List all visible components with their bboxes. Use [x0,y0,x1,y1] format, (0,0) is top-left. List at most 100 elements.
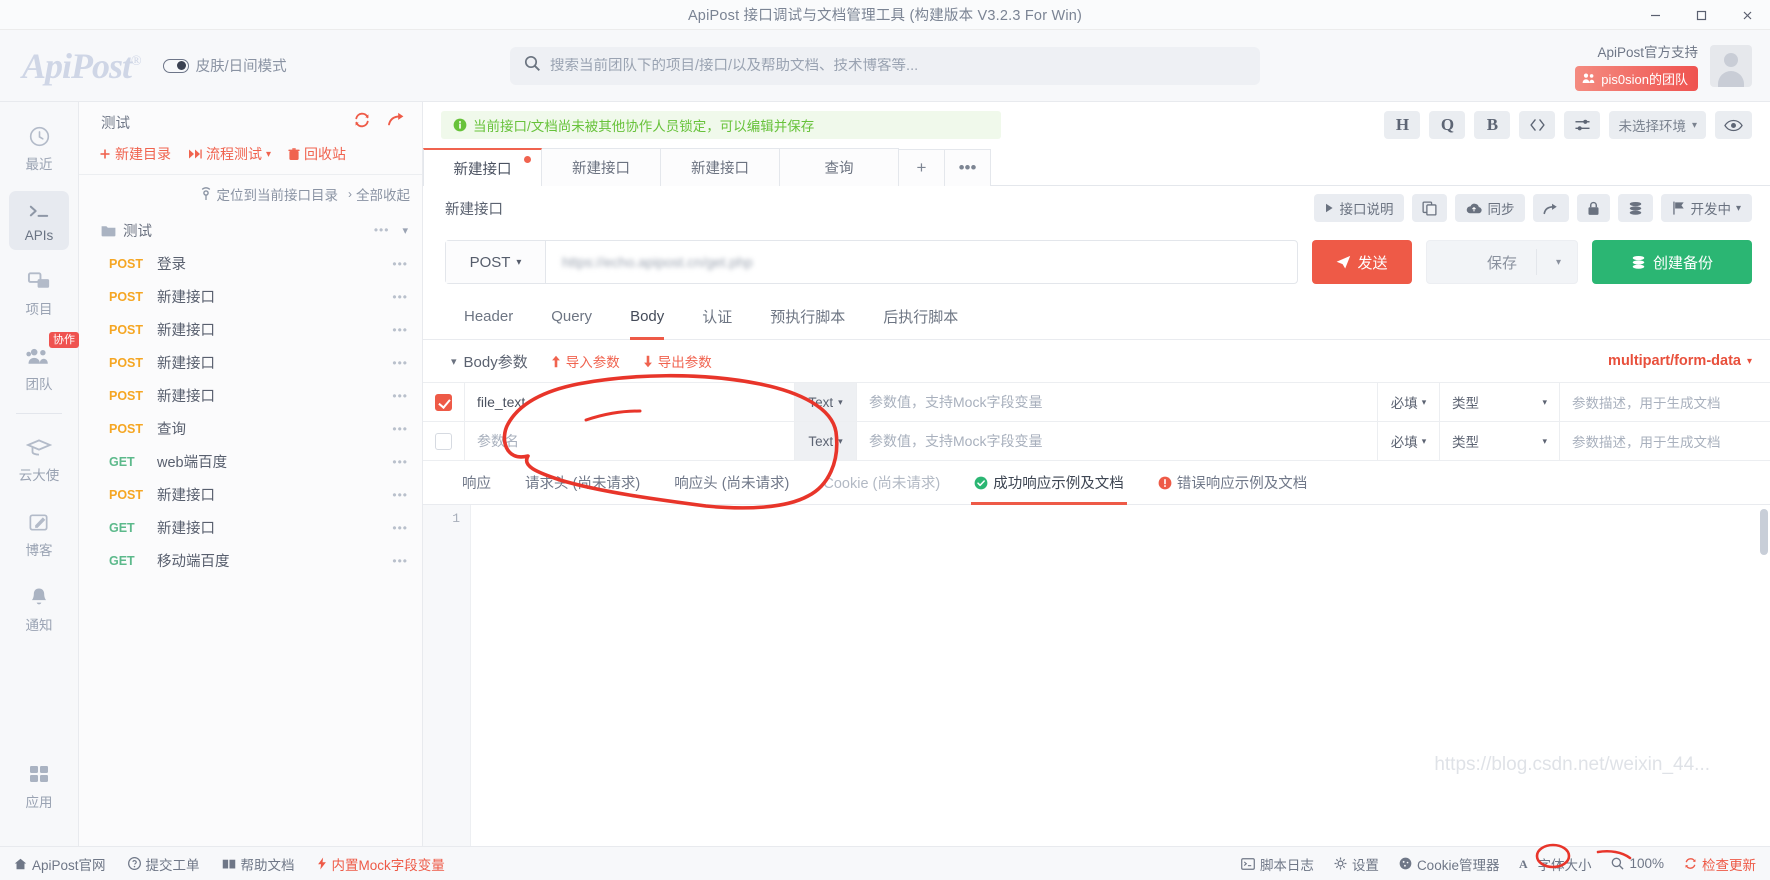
param-desc-cell[interactable]: 参数描述，用于生成文档 [1560,422,1770,460]
font-size-button[interactable]: A 字体大小 [1519,854,1592,874]
flow-test-button[interactable]: 流程测试 ▾ [188,144,271,164]
tab-pre-script[interactable]: 预执行脚本 [751,294,864,340]
tab-interface-3[interactable]: 新建接口 [661,148,780,186]
settings-button[interactable]: 设置 [1334,854,1379,874]
environment-dropdown[interactable]: 未选择环境 ▾ [1609,111,1706,139]
row-more-icon[interactable]: ••• [392,389,408,403]
code-view-button[interactable] [1519,111,1556,139]
sidebar-item-recent[interactable]: 最近 [9,116,69,180]
row-more-icon[interactable]: ••• [392,356,408,370]
add-tab-button[interactable]: + [899,149,945,186]
param-kind-dropdown[interactable]: 类型 ▾ [1440,383,1560,421]
search-input[interactable] [550,57,1246,74]
param-value-cell[interactable]: 参数值，支持Mock字段变量 [857,422,1378,460]
tab-cookies[interactable]: Cookie (尚未请求) [806,461,957,505]
help-doc-link[interactable]: 帮助文档 [222,854,295,874]
tab-success-example[interactable]: 成功响应示例及文档 [957,461,1141,505]
import-params-button[interactable]: 导入参数 [550,351,620,371]
check-update-button[interactable]: 检查更新 [1684,854,1756,874]
sidebar-item-apis[interactable]: APIs [9,191,69,250]
param-kind-dropdown[interactable]: 类型 ▾ [1440,422,1560,460]
param-value-cell[interactable]: 参数值，支持Mock字段变量 [857,383,1378,421]
official-site-link[interactable]: ApiPost官网 [14,854,106,874]
maximize-button[interactable] [1678,0,1724,30]
save-button[interactable]: 保存 ▾ [1426,240,1578,284]
row-more-icon[interactable]: ••• [392,257,408,271]
vertical-scrollbar[interactable] [1760,509,1768,555]
status-dropdown[interactable]: 开发中 ▾ [1661,194,1752,222]
zoom-level[interactable]: 100% [1611,856,1664,871]
sidebar-item-apps[interactable]: 应用 [9,754,69,835]
refresh-icon[interactable] [353,111,371,134]
export-params-button[interactable]: 导出参数 [642,351,712,371]
eye-toggle-button[interactable] [1715,111,1752,139]
param-name-input[interactable] [477,433,782,449]
sidebar-item-notifications[interactable]: 通知 [9,577,69,641]
row-more-icon[interactable]: ••• [392,290,408,304]
list-item[interactable]: POST 新建接口 ••• [79,478,422,511]
row-more-icon[interactable]: ••• [392,488,408,502]
sidebar-item-cloud-ambassador[interactable]: 云大使 [9,427,69,491]
tab-interface-2[interactable]: 新建接口 [542,148,661,186]
sync-button[interactable]: 同步 [1455,194,1526,222]
body-preset-button[interactable]: B [1474,111,1511,139]
row-more-icon[interactable]: ••• [392,521,408,535]
copy-button[interactable] [1412,194,1448,222]
row-more-icon[interactable]: ••• [392,323,408,337]
row-enable-checkbox[interactable] [423,422,465,460]
tab-body[interactable]: Body [611,294,683,340]
share-arrow-icon[interactable] [387,111,406,134]
list-item[interactable]: GET 移动端百度 ••• [79,544,422,577]
row-enable-checkbox[interactable] [423,383,465,421]
collapse-all-button[interactable]: › 全部收起 [348,184,410,204]
avatar[interactable] [1710,44,1752,87]
query-preset-button[interactable]: Q [1429,111,1466,139]
tab-response[interactable]: 响应 [445,461,508,505]
tab-more-button[interactable]: ••• [945,149,991,186]
url-input[interactable]: https://echo.apipost.cn/get.php [546,254,1297,270]
sidebar-item-blog[interactable]: 博客 [9,502,69,566]
chevron-down-icon[interactable]: ▾ [1556,257,1561,268]
tab-error-example[interactable]: 错误响应示例及文档 [1141,461,1325,505]
tab-response-headers[interactable]: 响应头 (尚未请求) [657,461,806,505]
script-log-button[interactable]: 脚本日志 [1241,854,1314,874]
list-item[interactable]: GET 新建接口 ••• [79,511,422,544]
tab-query[interactable]: Query [532,294,611,340]
recycle-bin-button[interactable]: 回收站 [288,144,346,164]
sidebar-item-team[interactable]: 协作 团队 [9,332,79,400]
interface-doc-button[interactable]: 接口说明 [1314,194,1405,222]
tab-auth[interactable]: 认证 [683,294,751,340]
tab-request-headers[interactable]: 请求头 (尚未请求) [508,461,657,505]
param-name-cell[interactable] [465,422,795,460]
content-type-dropdown[interactable]: multipart/form-data ▾ [1608,353,1752,369]
row-more-icon[interactable]: ••• [392,422,408,436]
cookie-manager-button[interactable]: Cookie管理器 [1399,854,1499,874]
new-folder-button[interactable]: 新建目录 [99,144,171,164]
list-item[interactable]: POST 查询 ••• [79,412,422,445]
list-item[interactable]: GET web端百度 ••• [79,445,422,478]
editor-content[interactable] [471,505,1770,846]
param-required-dropdown[interactable]: 必填 ▾ [1378,383,1440,421]
param-desc-cell[interactable]: 参数描述，用于生成文档 [1560,383,1770,421]
send-button[interactable]: 发送 [1312,240,1412,284]
param-required-dropdown[interactable]: 必填 ▾ [1378,422,1440,460]
header-preset-button[interactable]: H [1384,111,1421,139]
close-button[interactable] [1724,0,1770,30]
tree-folder-row[interactable]: 测试 ••• ▾ [79,213,422,247]
row-more-icon[interactable]: ••• [392,554,408,568]
locate-current-api-button[interactable]: 定位到当前接口目录 [199,184,338,204]
body-params-title[interactable]: ▾ Body参数 [451,351,528,372]
settings-sliders-button[interactable] [1564,111,1601,139]
row-more-icon[interactable]: ••• [392,455,408,469]
chevron-down-icon[interactable]: ▾ [402,224,408,237]
list-item[interactable]: POST 新建接口 ••• [79,313,422,346]
sidebar-item-projects[interactable]: 项目 [9,261,69,325]
row-more-icon[interactable]: ••• [374,223,390,237]
tab-interface-4[interactable]: 查询 [780,148,899,186]
team-badge[interactable]: pis0sion的团队 [1575,65,1698,91]
skin-mode-toggle[interactable]: 皮肤/日间模式 [162,55,287,76]
param-name-cell[interactable] [465,383,795,421]
param-name-input[interactable] [477,394,782,410]
database-button[interactable] [1618,194,1654,222]
param-type-dropdown[interactable]: Text ▾ [795,422,857,460]
